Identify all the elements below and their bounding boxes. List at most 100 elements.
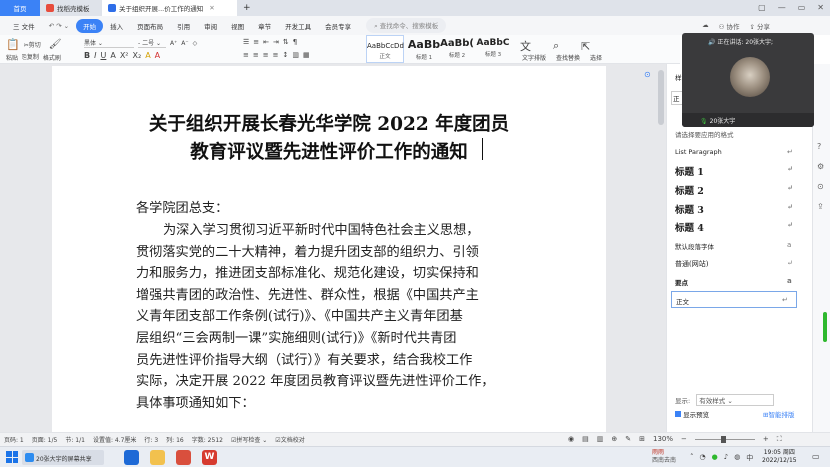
shrink-font-icon[interactable]: A⁻ [181,40,188,47]
cut-button[interactable]: ✂剪切 [24,40,41,49]
menu-review[interactable]: 审阅 [197,21,224,31]
undo-icon[interactable]: ↶ ↷ ⌄ [42,22,76,30]
menu-insert[interactable]: 插入 [103,21,130,31]
windows-start-icon[interactable] [6,451,18,463]
window-layout-icon[interactable]: ▢ [758,3,766,12]
search-input[interactable]: ⌕ 查找命令、搜索模板 [366,18,447,33]
shading-icon[interactable]: ▥ [292,51,299,59]
find-replace-icon[interactable]: ⌕ [553,39,559,53]
folder-icon[interactable] [150,450,165,465]
zoom-fit-icon[interactable]: ⊞ [639,435,645,444]
clock[interactable]: 19:05 周四 2022/12/15 [762,449,797,465]
select-icon[interactable]: ⇱ [581,40,590,53]
wps-icon[interactable]: W [202,450,217,465]
help-icon[interactable]: ? [817,142,821,151]
indent-icon[interactable]: ⇥ [273,38,279,46]
collab-button[interactable]: ⚇ 协作 [719,21,740,31]
font-name-select[interactable]: 黑体 ⌄ [84,38,134,48]
close-icon[interactable]: ✕ [209,4,214,12]
fullscreen-icon[interactable]: ⛶ [777,435,782,444]
volume-icon[interactable]: ♪ [724,453,728,463]
menu-references[interactable]: 引用 [170,21,197,31]
copy-button[interactable]: ⎘复制 [22,52,39,62]
style-item-default-font[interactable]: 默认段落字体 a [675,241,791,251]
format-painter-icon[interactable]: 🖌 [49,39,62,50]
location-icon[interactable]: ⊙ [817,182,824,191]
italic-icon[interactable]: I [94,51,96,60]
style-heading-2[interactable]: AaBb( 标题 2 [438,35,476,63]
maximize-icon[interactable]: ▭ [798,3,806,12]
minimize-icon[interactable]: — [778,3,786,12]
tab-document[interactable]: 关于组织开展...价工作的通知 ✕ [102,0,237,16]
numbered-list-icon[interactable]: ≡ [253,38,259,46]
page-view-icon[interactable]: ▤ [582,435,589,444]
zoom-level[interactable]: 130% [653,435,673,444]
outdent-icon[interactable]: ⇤ [263,38,269,46]
border-icon[interactable]: ▦ [303,51,310,59]
superscript-icon[interactable]: X² [120,51,129,60]
menu-vip[interactable]: 会员专享 [318,21,358,31]
tab-template[interactable]: 找稻壳模板 [40,0,102,16]
notification-icon[interactable]: ▭ [812,452,820,461]
highlight-icon[interactable]: A [145,51,150,60]
bluetooth-icon[interactable]: ◍ [734,453,740,463]
share-button[interactable]: ⇪ 分享 [749,21,770,31]
menu-sections[interactable]: 章节 [251,21,278,31]
justify-icon[interactable]: ≡ [273,51,279,59]
web-view-icon[interactable]: ⊕ [611,435,617,444]
weather-widget[interactable]: 雨雨 西南去南 [652,449,676,465]
font-size-select[interactable]: - 二号 ⌄ [138,38,166,48]
style-heading-3[interactable]: AaBbC 标题 3 [474,35,512,63]
outline-view-icon[interactable]: ✎ [625,435,631,444]
style-item-heading-3[interactable]: 标题 3 ↵ [675,202,793,216]
bullet-list-icon[interactable]: ☰ [243,38,249,46]
zoom-slider[interactable] [694,436,755,443]
align-center-icon[interactable]: ≡ [253,51,259,59]
display-select[interactable]: 有效样式 ⌄ [696,394,775,406]
style-item-heading-1[interactable]: 标题 1 ↵ [675,164,793,178]
window-close-icon[interactable]: ✕ [817,3,824,12]
underline-icon[interactable]: U [100,51,106,60]
style-item-key-points[interactable]: 要点 a [675,277,792,287]
bold-icon[interactable]: B [84,51,90,60]
menu-developer[interactable]: 开发工具 [278,21,318,31]
style-item-heading-2[interactable]: 标题 2 ↵ [675,183,793,197]
zoom-out-icon[interactable]: − [681,435,687,444]
style-item-normal-selected[interactable]: 正文 ↵ [671,291,797,308]
taskbar-screen-share[interactable]: 20张大宇的屏幕共享 [22,450,104,465]
photos-icon[interactable] [176,450,191,465]
font-color-icon[interactable]: A [155,51,160,60]
status-words[interactable]: 字数: 2512 [192,435,223,444]
menu-file[interactable]: 三 文件 [6,21,42,31]
menu-page-layout[interactable]: 页面布局 [130,21,170,31]
tab-home[interactable]: 首页 [0,0,40,16]
cloud-icon[interactable]: ☁ [702,21,709,31]
zoom-slider-handle[interactable] [720,436,726,443]
line-spacing-icon[interactable]: ↕ [283,51,289,59]
eye-protect-icon[interactable]: ◉ [568,435,574,444]
tray-expand-icon[interactable]: ˄ [690,453,694,463]
wechat-icon[interactable]: ● [712,453,718,463]
style-item-list-paragraph[interactable]: List Paragraph ↵ [675,148,793,156]
menu-view[interactable]: 视图 [224,21,251,31]
align-left-icon[interactable]: ≡ [243,51,249,59]
align-right-icon[interactable]: ≡ [263,51,269,59]
strikethrough-icon[interactable]: A [110,51,115,60]
vertical-scrollbar[interactable] [658,70,664,125]
new-tab-button[interactable]: + [237,0,257,16]
settings-icon[interactable]: ⚙ [817,162,824,171]
proofread-button[interactable]: ☑文档校对 [275,435,304,444]
preview-checkbox[interactable]: 显示预览 [675,409,709,419]
browser-icon[interactable] [124,450,139,465]
style-normal[interactable]: AaBbCcDd 正文 [366,35,404,63]
text-layout-icon[interactable]: ⽂ [520,38,531,54]
spell-check-button[interactable]: ☑拼写检查 ⌄ [231,435,267,444]
smart-layout-button[interactable]: ⊞智能排版 [763,409,794,419]
ime-indicator[interactable]: 中 [746,453,753,463]
sort-icon[interactable]: ⇅ [283,38,289,46]
style-item-web-normal[interactable]: 普通(网站) ↵ [675,259,793,269]
style-item-heading-4[interactable]: 标题 4 ↵ [675,220,793,234]
pilcrow-icon[interactable]: ¶ [293,38,297,46]
document-page[interactable]: 关于组织开展长春光华学院 2022 年度团员 教育评议暨先进性评价工作的通知 各… [52,66,606,432]
location-pin-icon[interactable]: ⊙ [644,70,651,79]
